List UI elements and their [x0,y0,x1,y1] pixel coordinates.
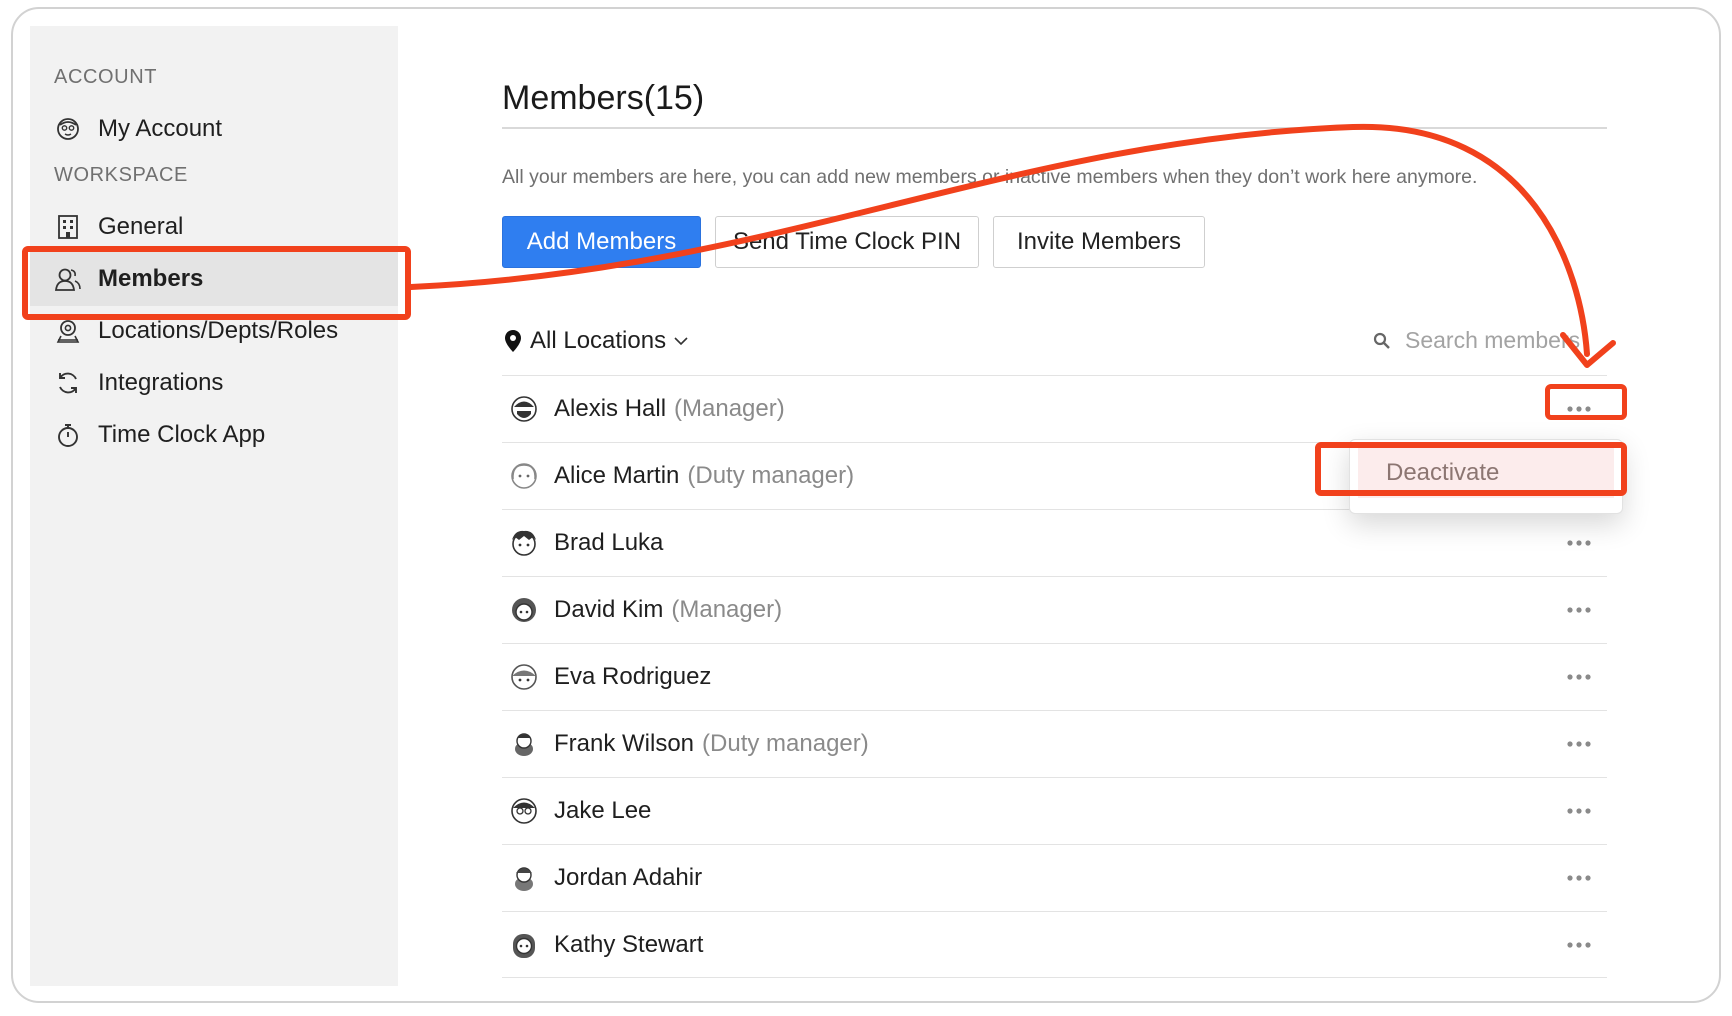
search-field[interactable]: Search members [1373,327,1580,354]
member-row[interactable]: Jordan Adahir [502,844,1607,911]
member-role: (Duty manager) [687,462,855,489]
invite-members-button[interactable]: Invite Members [993,216,1205,268]
avatar [508,929,540,961]
member-row[interactable]: Jake Lee [502,777,1607,844]
main-content: Members(15) All your members are here, y… [13,9,1719,1001]
member-name: Alice Martin [554,462,680,489]
more-options-icon[interactable] [1559,530,1599,556]
search-icon [1373,332,1391,350]
more-options-icon[interactable] [1559,664,1599,690]
title-divider [502,127,1607,129]
more-options-icon[interactable] [1559,731,1599,757]
location-filter-dropdown[interactable]: All Locations [504,327,688,355]
page-description: All your members are here, you can add n… [502,166,1478,188]
search-input[interactable]: Search members [1405,327,1580,354]
more-options-menu: Deactivate [1349,439,1623,514]
member-name: Alexis Hall [554,395,667,422]
member-name: Brad Luka [554,529,664,556]
add-members-button[interactable]: Add Members [502,216,701,268]
more-options-icon[interactable] [1559,932,1599,958]
member-name: Kathy Stewart [554,930,704,958]
avatar [508,460,540,492]
member-row[interactable]: Brad Luka [502,509,1607,576]
member-role: (Duty manager) [702,730,869,757]
location-pin-icon [504,329,522,353]
member-row[interactable]: David Kim (Manager) [502,576,1607,643]
send-time-clock-pin-button[interactable]: Send Time Clock PIN [715,216,979,268]
member-role: (Manager) [674,395,785,422]
more-options-icon[interactable] [1559,798,1599,824]
member-name: Jake Lee [554,797,652,824]
more-options-icon[interactable] [1559,396,1599,422]
member-row[interactable]: Eva Rodriguez [502,643,1607,710]
member-name: Jordan Adahir [554,864,703,891]
location-filter-label: All Locations [530,327,667,354]
avatar [508,393,540,425]
chevron-down-icon [674,336,688,346]
avatar [508,594,540,626]
page-title: Members(15) [502,79,705,117]
app-window: ACCOUNT My Account WORKSPACE General Mem… [11,7,1721,1003]
member-row[interactable]: Alexis Hall (Manager) [502,375,1607,442]
avatar [508,728,540,760]
member-role: (Manager) [671,596,783,623]
avatar [508,795,540,827]
avatar [508,527,540,559]
avatar [508,661,540,693]
member-row[interactable]: Frank Wilson (Duty manager) [502,710,1607,777]
avatar [508,862,540,894]
more-options-icon[interactable] [1559,865,1599,891]
member-name: Frank Wilson [554,730,695,757]
member-row[interactable]: Kathy Stewart [502,911,1607,978]
more-options-icon[interactable] [1559,597,1599,623]
member-name: David Kim [554,596,664,623]
member-name: Eva Rodriguez [554,663,712,690]
deactivate-menu-item[interactable]: Deactivate [1358,448,1614,498]
